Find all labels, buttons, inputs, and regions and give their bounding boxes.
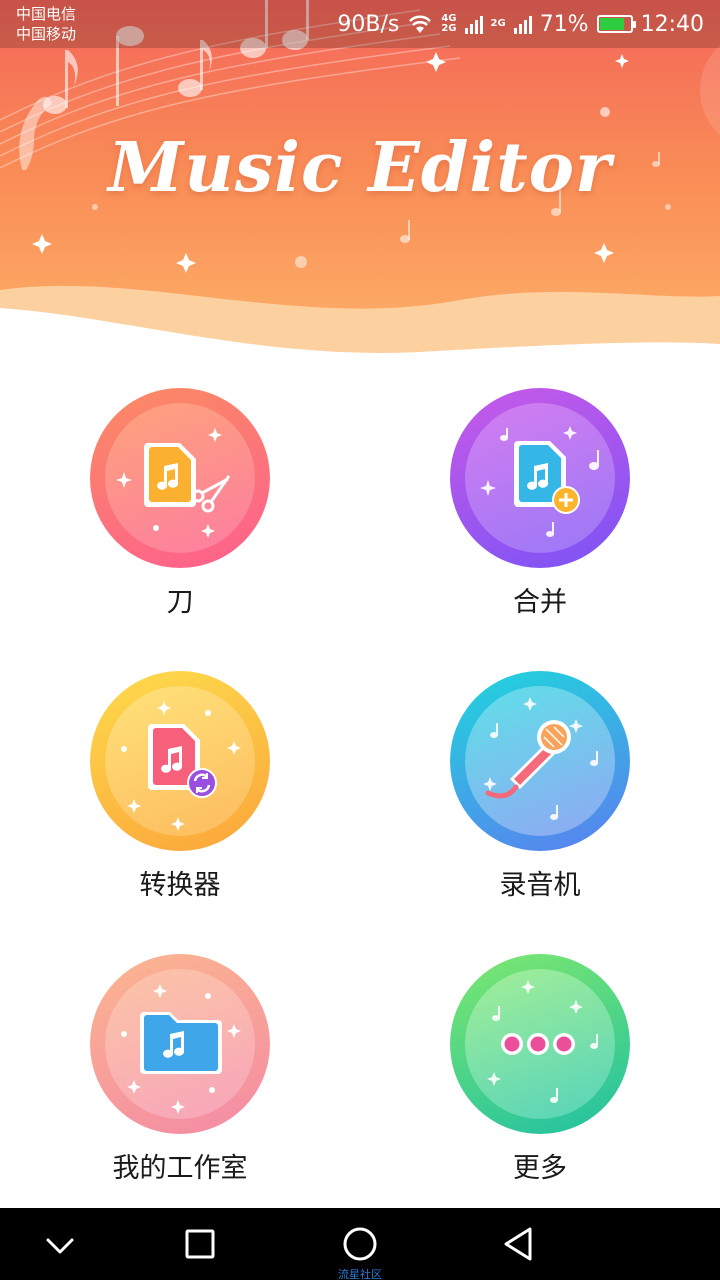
merge-label: 合并 [513,587,567,618]
cut-label: 刀 [166,587,194,618]
more-dots-icon [487,980,598,1103]
converter-label: 转换器 [139,870,221,901]
network-type-a: 4G 2G [441,14,456,34]
my-studio-button[interactable] [90,954,270,1134]
more-tile[interactable]: 更多 [420,954,660,1185]
recorder-button[interactable] [450,671,630,851]
my-studio-label: 我的工作室 [112,1153,248,1184]
recent-apps-square-icon[interactable] [178,1224,222,1264]
carrier-labels: 中国电信 中国移动 [16,4,76,44]
convert-music-file-icon [121,701,241,831]
converter-tile[interactable]: 转换器 [60,671,300,902]
merge-button[interactable] [450,388,630,568]
microphone-icon [483,697,598,820]
more-button[interactable] [450,954,630,1134]
battery-percent: 71% [539,11,589,37]
header-banner: 中国电信 中国移动 90B/s 4G 2G 2G 71% 12:40 Music… [0,0,720,370]
signal-bars-icon [464,14,483,34]
battery-icon [596,15,636,33]
carrier-1: 中国电信 [16,5,77,23]
network-type-b: 2G [490,18,506,29]
merge-music-file-icon [480,426,599,537]
back-triangle-icon[interactable] [498,1224,542,1264]
app-title: Music Editor [108,128,612,208]
home-circle-icon[interactable] [338,1224,382,1264]
status-indicators: 90B/s 4G 2G 2G 71% 12:40 [337,8,704,40]
recorder-label: 录音机 [499,870,581,901]
signal-bars-2-icon [513,14,532,34]
converter-button[interactable] [90,671,270,851]
cut-button[interactable] [90,388,270,568]
wifi-icon [409,15,432,33]
cut-tile[interactable]: 刀 [60,388,300,619]
my-studio-tile[interactable]: 我的工作室 [60,954,300,1185]
watermark-text: 流星社区 [338,1268,382,1280]
recorder-tile[interactable]: 录音机 [420,671,660,902]
music-folder-icon [121,984,241,1114]
merge-tile[interactable]: 合并 [420,388,660,619]
app-screen: 中国电信 中国移动 90B/s 4G 2G 2G 71% 12:40 Music… [0,0,720,1280]
clock: 12:40 [640,11,704,37]
collapse-chevron-icon[interactable] [38,1224,82,1264]
network-speed: 90B/s [337,11,400,37]
more-label: 更多 [513,1153,567,1184]
status-bar: 中国电信 中国移动 90B/s 4G 2G 2G 71% 12:40 [0,0,720,48]
network-type-a-bottom: 2G [441,23,457,34]
cut-music-file-icon [116,428,231,538]
carrier-2: 中国移动 [16,25,77,43]
